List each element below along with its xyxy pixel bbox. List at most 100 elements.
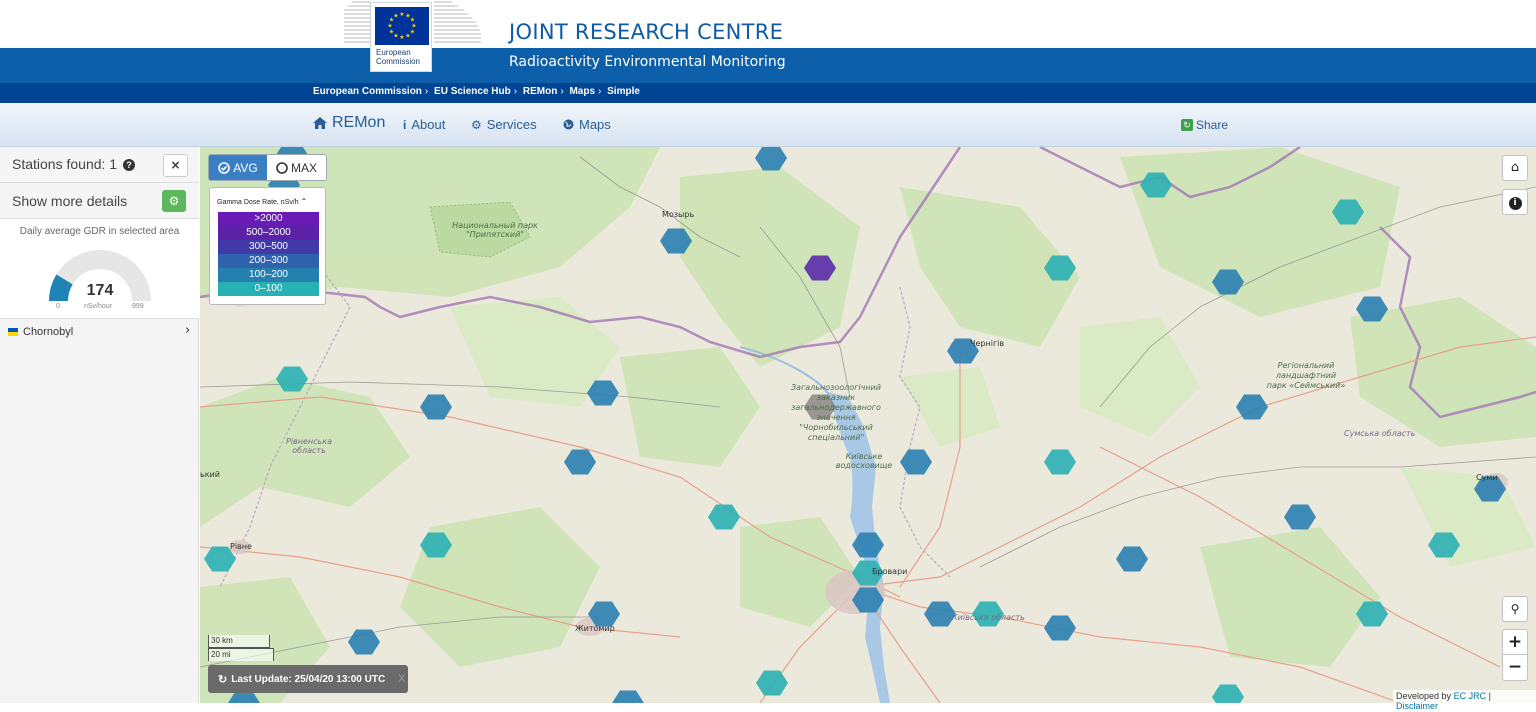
gauge-value: 174 [86,282,114,299]
show-details-row: Show more details ⚙ [0,183,199,219]
nav-brand-remon[interactable]: REMon [313,114,385,132]
close-icon: × [170,158,181,172]
nav-about-label: About [411,117,446,132]
breadcrumb-separator: › [598,86,602,97]
svg-text:★: ★ [393,13,398,20]
gauge-title: Daily average GDR in selected area [19,226,180,237]
last-update-text: Last Update: 25/04/20 13:00 UTC [231,673,386,685]
legend-item: 500–2000 [218,226,319,240]
stations-found-text: Stations found: 1 [12,156,118,172]
last-update-banner: ↻ Last Update: 25/04/20 13:00 UTC X [208,665,408,693]
nav-services[interactable]: ⚙ Services [471,117,537,132]
label-chernihiv: Чернігів [970,339,1005,348]
avg-label: AVG [233,160,258,175]
zoom-out-button[interactable]: − [1503,656,1527,681]
map-view[interactable]: Мозырь Рівне Житомир Бровари Київська об… [200,147,1536,703]
legend-item: 100–200 [218,268,319,282]
gauge-min: 0 [56,303,60,310]
share-label: Share [1196,118,1229,132]
globe-icon [563,119,574,130]
gauge-panel: Daily average GDR in selected area 174 0… [0,219,199,319]
nav-about[interactable]: i About [403,117,445,132]
home-icon [313,117,327,129]
label-seimsky-park: Регіональний ландшафтний парк «Сеймський… [1266,361,1346,390]
check-circle-icon [218,161,231,174]
info-button[interactable]: i [1502,189,1528,215]
gauge-unit: nSv/hour [84,303,113,310]
close-button[interactable]: × [163,154,188,177]
chevron-right-icon: › [185,323,191,338]
label-truncated-city: ький [200,470,220,479]
show-details-button[interactable]: ⚙ [162,190,186,212]
avg-max-toggle: AVG MAX [208,154,327,181]
svg-text:★: ★ [405,33,410,40]
locate-button[interactable]: ⚲ [1502,596,1528,622]
svg-text:★: ★ [389,29,394,36]
sidebar: Stations found: 1 ? × Show more details … [0,147,199,703]
scale-bar-km: 30 km [208,635,270,648]
map-marker-icon: ⚲ [1510,602,1520,616]
max-button[interactable]: MAX [267,155,326,180]
attribution-prefix: Developed by [1396,691,1452,701]
attribution-separator: | [1488,691,1491,701]
zoom-in-button[interactable]: + [1503,630,1527,655]
question-icon[interactable]: ? [122,159,135,171]
eu-flag-icon: ★ ★ ★ ★ ★ ★ ★ ★ ★ ★ ★ ★ [375,7,429,45]
refresh-icon: ↻ [218,673,228,686]
show-details-label: Show more details [12,193,128,209]
site-title[interactable]: JOINT RESEARCH CENTRE [509,20,783,44]
scale-bar-mi: 20 mi [208,648,274,661]
breadcrumb-separator: › [560,86,564,97]
legend-item: 0–100 [218,282,319,296]
info-icon: i [403,117,407,132]
legend-item: >2000 [218,212,319,226]
label-chornobyl-reserve: Загальнозоологічний заказник загальнодер… [791,383,881,442]
stations-found-label: Stations found: 1 ? [12,156,135,172]
label-sumy: Суми [1476,473,1498,482]
logo-text-line2: Commission [376,57,421,66]
circle-icon [276,161,288,174]
breadcrumb-simple: Simple [607,86,640,97]
gauge-max: 999 [132,303,144,310]
chevron-up-icon: ⌃ [300,197,308,206]
label-sumy-oblast: Сумська область [1344,429,1416,438]
ukraine-flag-icon [8,328,18,336]
ec-logo[interactable]: ★ ★ ★ ★ ★ ★ ★ ★ ★ ★ ★ ★ European Commission [370,2,432,72]
ec-jrc-link[interactable]: EC JRC [1454,691,1487,701]
nav-maps[interactable]: Maps [563,117,611,132]
label-rivne-oblast: Рівненська область [286,437,332,455]
legend-item: 200–300 [218,254,319,268]
nav-bar [0,103,1536,147]
breadcrumb-remon[interactable]: REMon [523,86,557,97]
breadcrumb-maps[interactable]: Maps [569,86,595,97]
station-item-chornobyl[interactable]: Chornobyl › [0,320,199,342]
nav-brand-label: REMon [332,114,386,131]
breadcrumb-separator: › [424,86,429,97]
station-name: Chornobyl [23,326,74,338]
share-button[interactable]: ↻ Share [1181,118,1228,132]
svg-text:★: ★ [387,23,392,30]
logo-text: European Commission [376,48,420,66]
logo-text-line1: European [376,48,411,57]
legend-list: >2000 500–2000 300–500 200–300 100–200 0–100 [218,212,319,296]
breadcrumb-eu-science-hub[interactable]: EU Science Hub [434,86,511,97]
label-brovary: Бровари [872,567,908,576]
avg-button[interactable]: AVG [209,155,268,180]
label-mozyr: Мозырь [662,210,695,219]
site-subtitle: Radioactivity Environmental Monitoring [509,54,786,70]
legend-title[interactable]: Gamma Dose Rate, nSv/h ⌃ [217,197,307,206]
legend-item: 300–500 [218,240,319,254]
max-label: MAX [291,160,318,175]
zoom-control: + − [1502,629,1528,681]
breadcrumb-european-commission[interactable]: European Commission [313,86,422,97]
last-update-close-button[interactable]: X [398,673,405,685]
share-icon: ↻ [1181,119,1193,131]
stations-found-row: Stations found: 1 ? × [0,147,199,183]
gears-icon: ⚙ [471,117,482,132]
map-attribution: Developed by EC JRC | Disclaimer [1393,690,1536,712]
home-icon: ⌂ [1510,160,1520,175]
home-view-button[interactable]: ⌂ [1502,155,1528,181]
legend-title-text: Gamma Dose Rate, nSv/h [217,199,299,206]
dose-rate-legend: Gamma Dose Rate, nSv/h ⌃ >2000 500–2000 30… [209,187,326,305]
label-rivne: Рівне [230,542,252,551]
